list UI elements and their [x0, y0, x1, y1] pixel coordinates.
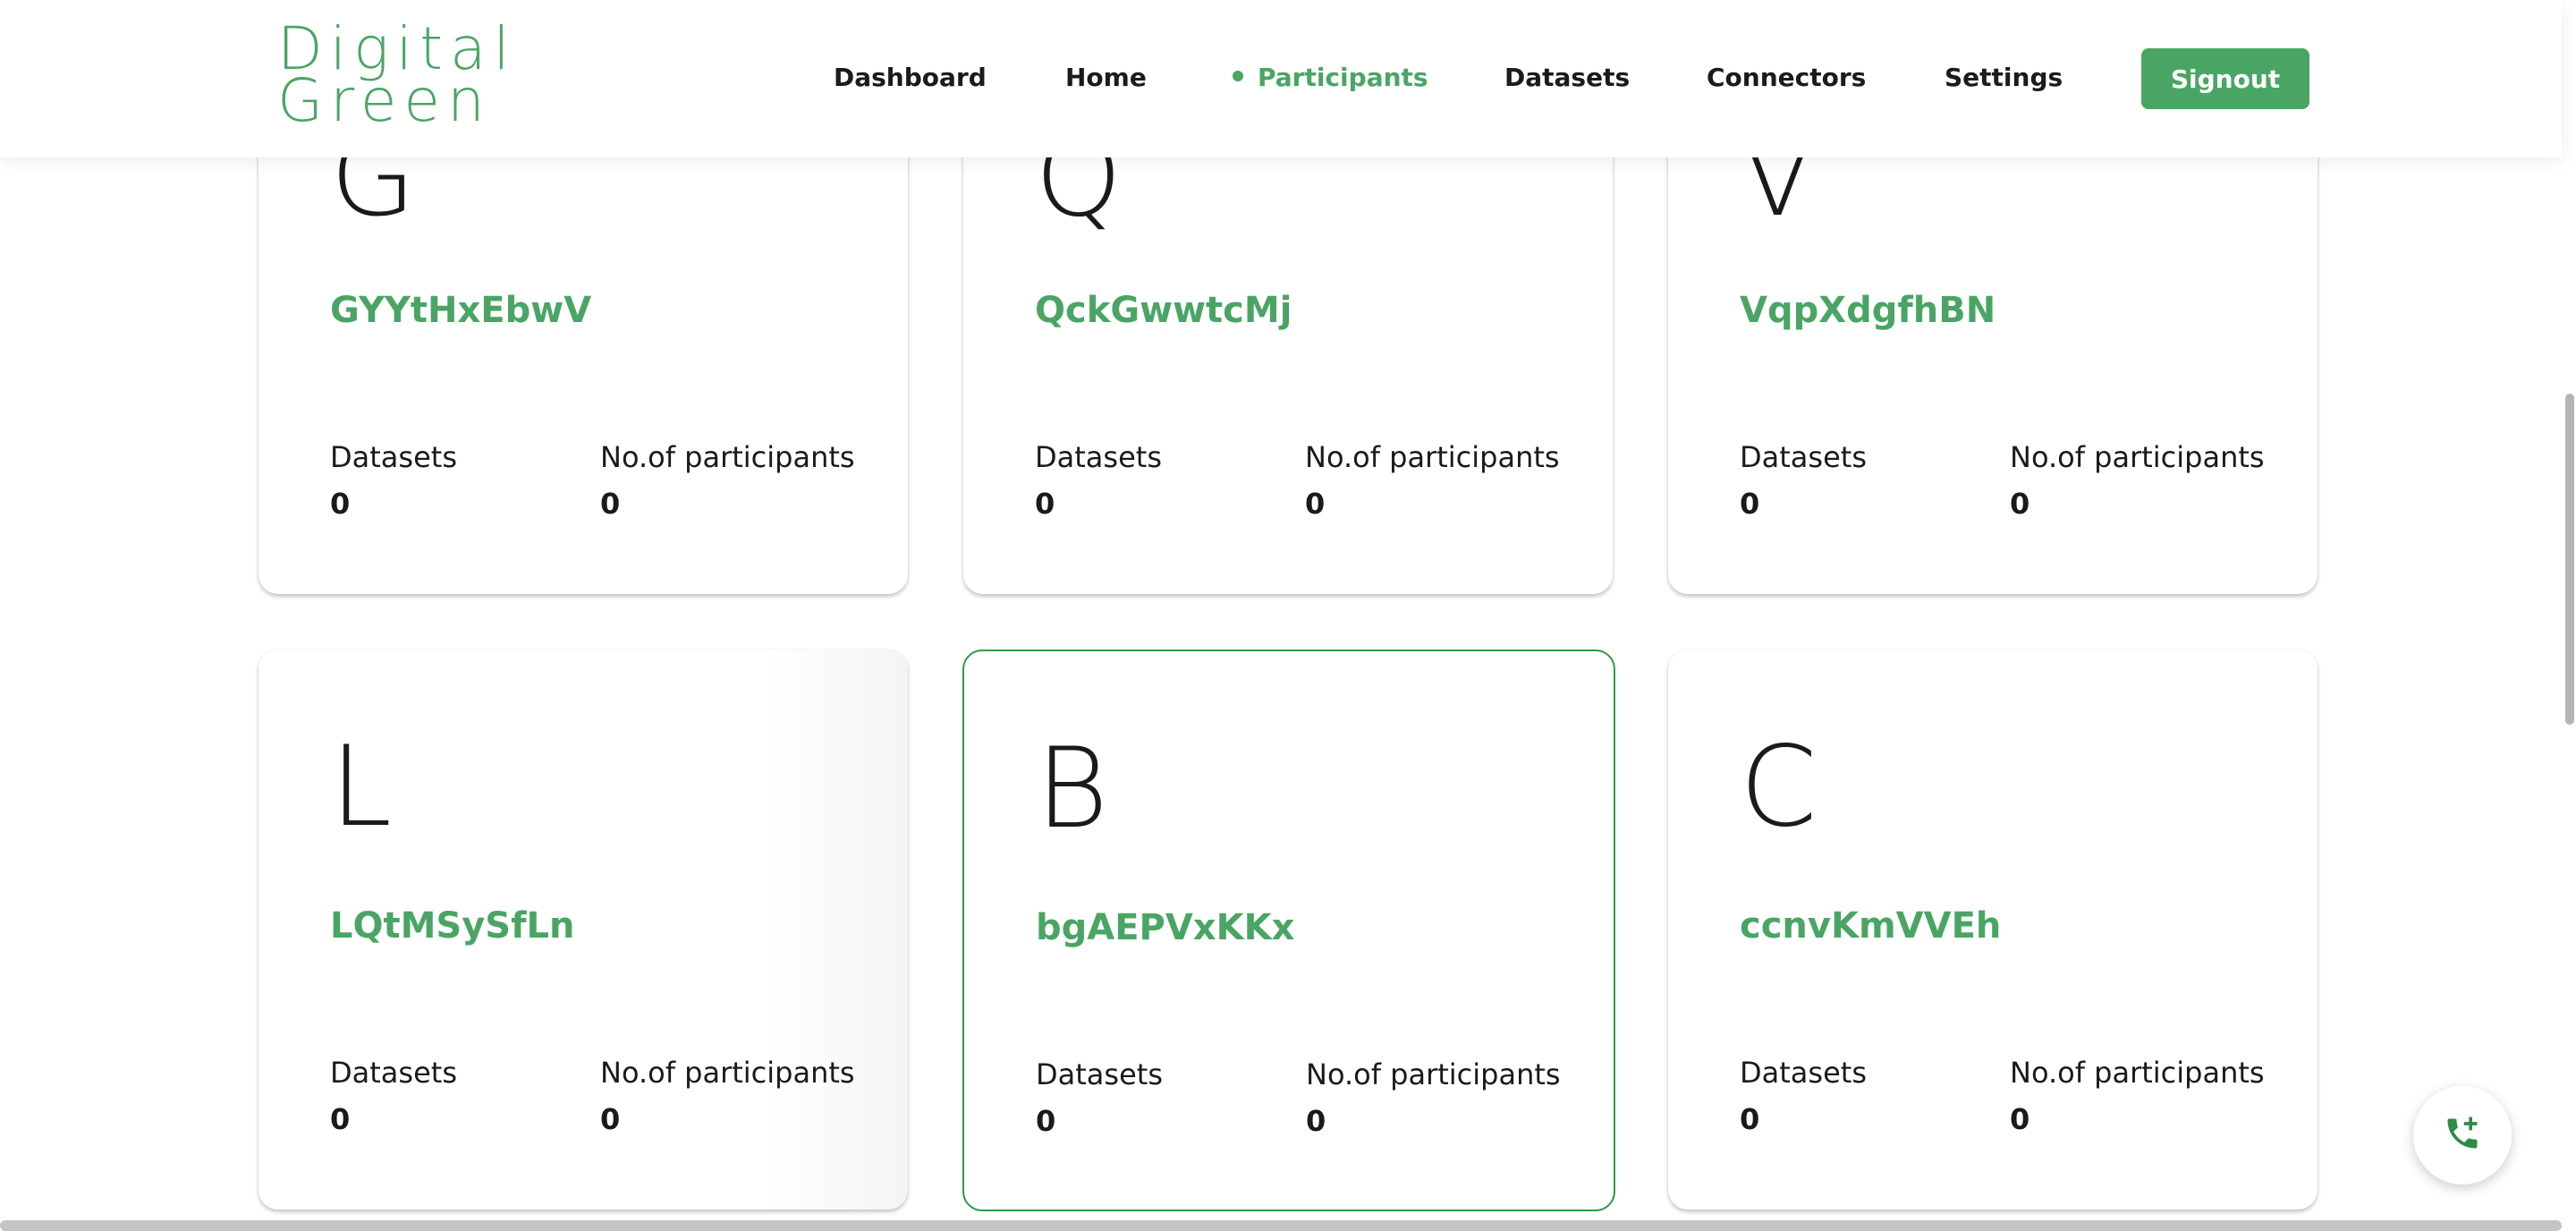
- datasets-label: Datasets: [1740, 1056, 1867, 1090]
- active-indicator-dot: [1233, 71, 1243, 81]
- participant-card[interactable]: B bgAEPVxKKx Datasets 0 No.of participan…: [962, 649, 1615, 1211]
- datasets-label: Datasets: [1740, 440, 1867, 474]
- datasets-label: Datasets: [1035, 440, 1162, 474]
- participants-count: 0: [600, 487, 621, 521]
- participants-label: No.of participants: [2010, 1056, 2265, 1090]
- datasets-count: 0: [330, 1102, 351, 1136]
- horizontal-scrollbar-thumb[interactable]: [0, 1220, 2562, 1231]
- participant-card[interactable]: Q QckGwwtcMj Datasets 0 No.of participan…: [963, 107, 1613, 594]
- participant-name[interactable]: GYYtHxEbwV: [330, 290, 591, 331]
- participant-name[interactable]: VqpXdgfhBN: [1740, 290, 1996, 331]
- datasets-label: Datasets: [330, 1056, 457, 1090]
- top-navbar: Digital Green Dashboard Home Participant…: [0, 0, 2562, 157]
- participant-card[interactable]: G GYYtHxEbwV Datasets 0 No.of participan…: [258, 107, 908, 594]
- participant-name[interactable]: LQtMSySfLn: [330, 905, 574, 947]
- datasets-count: 0: [1035, 487, 1055, 521]
- nav-settings[interactable]: Settings: [1945, 63, 2063, 92]
- nav-datasets[interactable]: Datasets: [1504, 63, 1630, 92]
- participants-label: No.of participants: [1306, 1057, 1561, 1091]
- participants-label: No.of participants: [600, 1056, 855, 1090]
- datasets-count: 0: [1036, 1104, 1056, 1138]
- participant-name[interactable]: QckGwwtcMj: [1035, 290, 1292, 331]
- participants-label: No.of participants: [1305, 440, 1560, 474]
- participant-card[interactable]: C ccnvKmVVEh Datasets 0 No.of participan…: [1668, 649, 2318, 1210]
- vertical-scrollbar-thumb[interactable]: [2565, 394, 2574, 725]
- participant-card[interactable]: V VqpXdgfhBN Datasets 0 No.of participan…: [1668, 107, 2318, 594]
- datasets-label: Datasets: [1036, 1057, 1163, 1091]
- participant-initial: L: [330, 723, 393, 852]
- datasets-count: 0: [1740, 1102, 1760, 1136]
- participants-count: 0: [1306, 1104, 1326, 1138]
- datasets-label: Datasets: [330, 440, 457, 474]
- datasets-count: 0: [1740, 487, 1760, 521]
- nav-participants-label: Participants: [1258, 63, 1428, 92]
- nav-home[interactable]: Home: [1065, 63, 1147, 92]
- participant-initial: B: [1036, 725, 1109, 853]
- phone-add-icon: [2443, 1114, 2482, 1157]
- participants-count: 0: [2010, 487, 2030, 521]
- participants-count: 0: [2010, 1102, 2030, 1136]
- participant-initial: C: [1740, 723, 1818, 852]
- digital-green-logo[interactable]: Digital Green: [277, 20, 517, 135]
- participant-card[interactable]: L LQtMSySfLn Datasets 0 No.of participan…: [258, 649, 908, 1210]
- signout-button[interactable]: Signout: [2141, 48, 2309, 109]
- logo-line-2: Green: [277, 66, 492, 135]
- nav-dashboard[interactable]: Dashboard: [834, 63, 987, 92]
- nav-connectors[interactable]: Connectors: [1707, 63, 1866, 92]
- contact-call-button[interactable]: [2413, 1086, 2512, 1184]
- participant-name[interactable]: bgAEPVxKKx: [1036, 907, 1294, 948]
- participants-page: G GYYtHxEbwV Datasets 0 No.of participan…: [0, 0, 2576, 1231]
- datasets-count: 0: [330, 487, 351, 521]
- participants-label: No.of participants: [2010, 440, 2265, 474]
- nav-participants[interactable]: Participants: [1233, 63, 1428, 92]
- participants-count: 0: [1305, 487, 1326, 521]
- participant-name[interactable]: ccnvKmVVEh: [1740, 905, 2001, 947]
- participants-count: 0: [600, 1102, 621, 1136]
- participants-label: No.of participants: [600, 440, 855, 474]
